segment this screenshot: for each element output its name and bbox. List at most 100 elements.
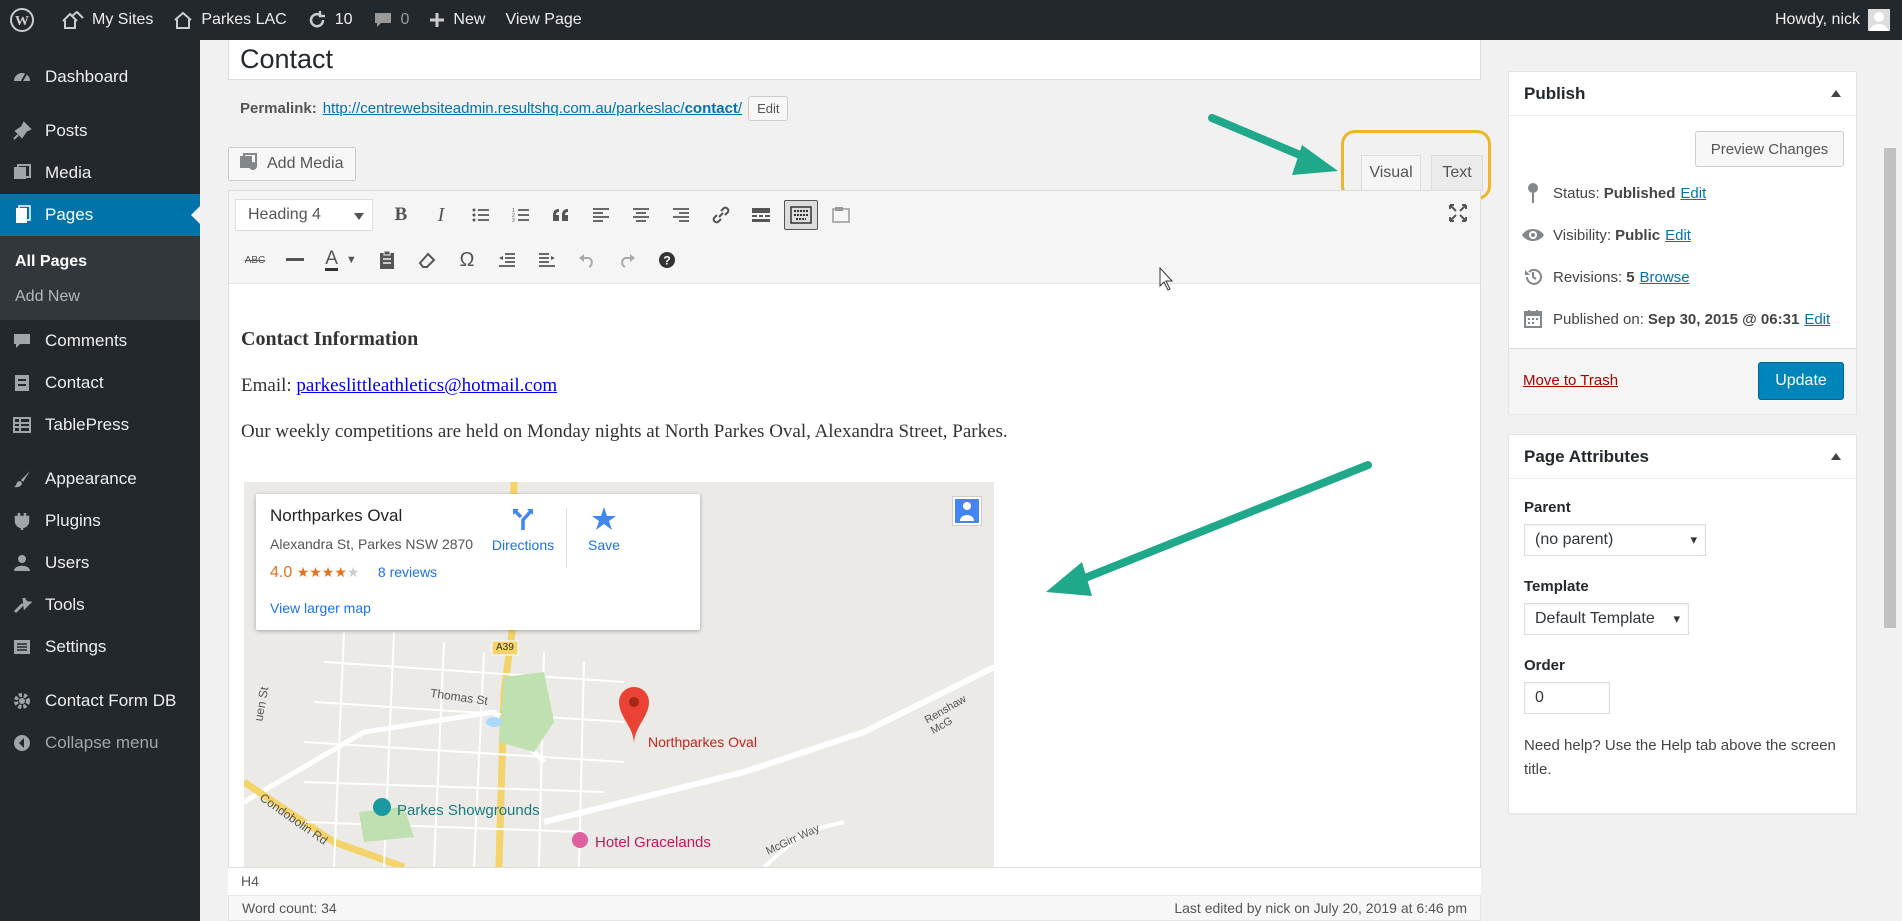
sidebar-item-label: Plugins [45, 511, 101, 530]
wrench-icon [12, 595, 32, 615]
move-to-trash-link[interactable]: Move to Trash [1523, 372, 1618, 389]
sidebar-item-label: Contact [45, 373, 104, 392]
collapse-menu-button[interactable]: Collapse menu [0, 722, 200, 764]
preview-changes-button[interactable]: Preview Changes [1695, 131, 1844, 167]
map-address: Alexandra St, Parkes NSW 2870 [270, 536, 474, 552]
horizontal-line-button[interactable] [275, 243, 315, 277]
strikethrough-button[interactable]: ABC [235, 243, 275, 277]
special-character-button[interactable]: Ω [447, 243, 487, 277]
map-reviews-link[interactable]: 8 reviews [378, 564, 437, 580]
align-center-button[interactable] [621, 198, 661, 232]
text-color-button[interactable]: A ▼ [315, 243, 367, 277]
order-label: Order [1524, 657, 1565, 674]
blockquote-button[interactable] [541, 198, 581, 232]
settings-icon [12, 637, 32, 657]
align-right-button[interactable] [661, 198, 701, 232]
updates-link[interactable]: 10 [297, 0, 363, 40]
edit-date-link[interactable]: Edit [1804, 311, 1830, 328]
collapse-toggle-icon[interactable] [1831, 448, 1841, 460]
bullet-list-button[interactable] [461, 198, 501, 232]
format-select[interactable]: Heading 4 [235, 199, 373, 231]
redo-button[interactable] [607, 243, 647, 277]
publish-box-header[interactable]: Publish [1509, 72, 1856, 116]
map-rating: 4.0 ★★★★★ 8 reviews [270, 564, 438, 581]
toolbar-toggle-button[interactable] [784, 200, 818, 230]
account-menu[interactable]: Howdy, nick [1765, 0, 1902, 40]
template-select[interactable]: Default Template [1524, 603, 1689, 635]
sidebar-item-users[interactable]: Users [0, 542, 200, 584]
edit-permalink-button[interactable]: Edit [748, 96, 789, 121]
help-icon: ? [659, 252, 675, 268]
italic-button[interactable]: I [421, 198, 461, 232]
undo-button[interactable] [567, 243, 607, 277]
align-center-icon [633, 208, 649, 222]
read-more-button[interactable] [741, 198, 781, 232]
scrollbar-thumb[interactable] [1884, 148, 1896, 628]
bold-button[interactable]: B [381, 198, 421, 232]
post-title-input[interactable]: Contact [228, 40, 1481, 80]
sidebar-item-label: Contact Form DB [45, 691, 177, 710]
sidebar-item-tools[interactable]: Tools [0, 584, 200, 626]
quote-icon [553, 209, 568, 221]
email-link[interactable]: parkeslittleathletics@hotmail.com [296, 375, 557, 396]
edit-status-link[interactable]: Edit [1680, 185, 1706, 202]
sidebar-item-comments[interactable]: Comments [0, 320, 200, 362]
browse-revisions-link[interactable]: Browse [1640, 269, 1690, 286]
site-name-link[interactable]: Parkes LAC [163, 0, 296, 40]
wordpress-logo[interactable]: W [0, 0, 52, 40]
editor-content[interactable]: Contact Information Email: parkeslittlea… [241, 290, 1471, 443]
outdent-button[interactable] [487, 243, 527, 277]
my-sites-link[interactable]: My Sites [52, 0, 163, 40]
sidebar-item-media[interactable]: Media [0, 152, 200, 194]
save-place-button[interactable]: Save [574, 506, 634, 553]
sidebar-item-posts[interactable]: Posts [0, 110, 200, 152]
indent-button[interactable] [527, 243, 567, 277]
sidebar-item-pages[interactable]: Pages [0, 194, 200, 236]
submenu-add-new[interactable]: Add New [0, 279, 200, 314]
sidebar-item-dashboard[interactable]: Dashboard [0, 56, 200, 98]
align-left-button[interactable] [581, 198, 621, 232]
embedded-map[interactable]: Northparkes Oval Parkes Showgrounds Hote… [244, 482, 994, 867]
sidebar-item-settings[interactable]: Settings [0, 626, 200, 668]
form-button[interactable] [821, 198, 861, 232]
order-input[interactable]: 0 [1524, 682, 1610, 714]
sidebar-item-tablepress[interactable]: TablePress [0, 404, 200, 446]
read-more-icon [752, 208, 770, 222]
page-attributes-header[interactable]: Page Attributes [1509, 435, 1856, 479]
publish-misc-actions: Status: Published Edit Visibility: Public … [1509, 172, 1856, 340]
comment-icon [12, 331, 32, 351]
collapse-toggle-icon[interactable] [1831, 85, 1841, 97]
sidebar-item-contact-form-db[interactable]: Contact Form DB [0, 680, 200, 722]
help-button[interactable]: ? [647, 243, 687, 277]
keyboard-icon [790, 206, 812, 224]
clear-formatting-button[interactable] [407, 243, 447, 277]
sidebar-item-plugins[interactable]: Plugins [0, 500, 200, 542]
sidebar-item-appearance[interactable]: Appearance [0, 458, 200, 500]
editor-toolbar: Heading 4 B I 123 ABC A ▼ Ω ? [228, 190, 1481, 284]
submenu-all-pages[interactable]: All Pages [0, 244, 200, 279]
permalink-link[interactable]: http://centrewebsiteadmin.resultshq.com.… [323, 100, 742, 117]
numbered-list-button[interactable]: 123 [501, 198, 541, 232]
view-larger-map-link[interactable]: View larger map [270, 600, 371, 616]
comments-link[interactable]: 0 [363, 0, 420, 40]
fullscreen-button[interactable] [1448, 203, 1468, 228]
add-media-button[interactable]: Add Media [228, 147, 356, 181]
howdy-label: Howdy, nick [1774, 11, 1860, 28]
link-icon [712, 206, 730, 224]
text-color-icon: A [325, 247, 338, 271]
update-button[interactable]: Update [1758, 362, 1844, 400]
revisions-row: Revisions: 5 Browse [1509, 256, 1856, 298]
paste-text-button[interactable] [367, 243, 407, 277]
new-content-link[interactable]: New [419, 0, 495, 40]
sidebar-item-contact[interactable]: Contact [0, 362, 200, 404]
collapse-icon [12, 733, 32, 753]
street-view-button[interactable] [952, 496, 982, 526]
site-name-label: Parkes LAC [201, 11, 287, 28]
view-page-link[interactable]: View Page [495, 0, 591, 40]
undo-icon [579, 254, 593, 268]
parent-select[interactable]: (no parent) [1524, 524, 1706, 556]
visibility-row: Visibility: Public Edit [1509, 214, 1856, 256]
insert-link-button[interactable] [701, 198, 741, 232]
edit-visibility-link[interactable]: Edit [1665, 227, 1691, 244]
directions-button[interactable]: Directions [488, 508, 558, 553]
